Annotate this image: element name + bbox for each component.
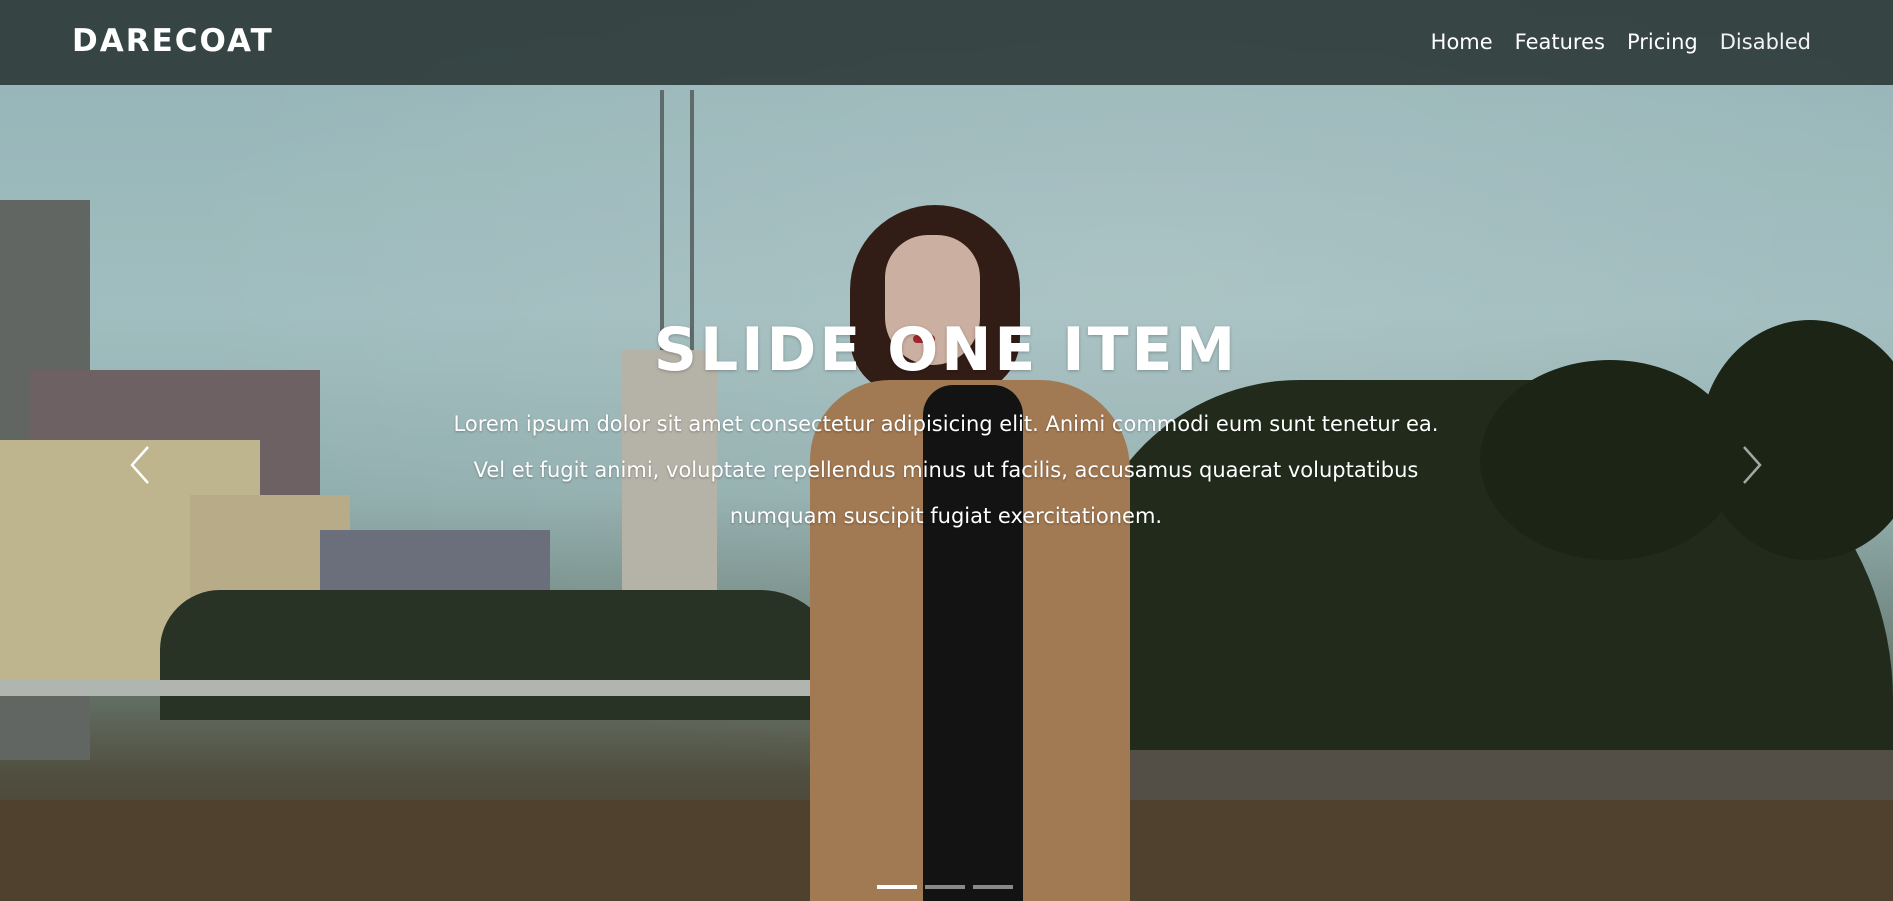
nav-link-features[interactable]: Features xyxy=(1515,30,1605,54)
slide-caption: SLIDE ONE ITEM Lorem ipsum dolor sit ame… xyxy=(440,315,1452,539)
nav-link-pricing[interactable]: Pricing xyxy=(1627,30,1698,54)
carousel-indicator-2[interactable] xyxy=(925,885,965,889)
brand-logo[interactable]: DARECOAT xyxy=(72,23,274,59)
carousel-indicators xyxy=(877,885,1013,889)
chevron-right-icon xyxy=(1743,446,1762,484)
hero-carousel: DARECOAT Home Features Pricing Disabled … xyxy=(0,0,1893,901)
nav-menu: Home Features Pricing Disabled xyxy=(1431,30,1811,54)
carousel-indicator-1[interactable] xyxy=(877,885,917,889)
chevron-left-icon xyxy=(130,446,149,484)
carousel-indicator-3[interactable] xyxy=(973,885,1013,889)
navbar: DARECOAT Home Features Pricing Disabled xyxy=(0,0,1893,85)
slide-text: Lorem ipsum dolor sit amet consectetur a… xyxy=(453,412,1439,528)
slide-title: SLIDE ONE ITEM xyxy=(653,315,1239,385)
carousel-prev-button[interactable] xyxy=(112,435,172,495)
carousel-next-button[interactable] xyxy=(1720,435,1780,495)
nav-link-home[interactable]: Home xyxy=(1431,30,1493,54)
nav-link-disabled: Disabled xyxy=(1719,30,1811,54)
